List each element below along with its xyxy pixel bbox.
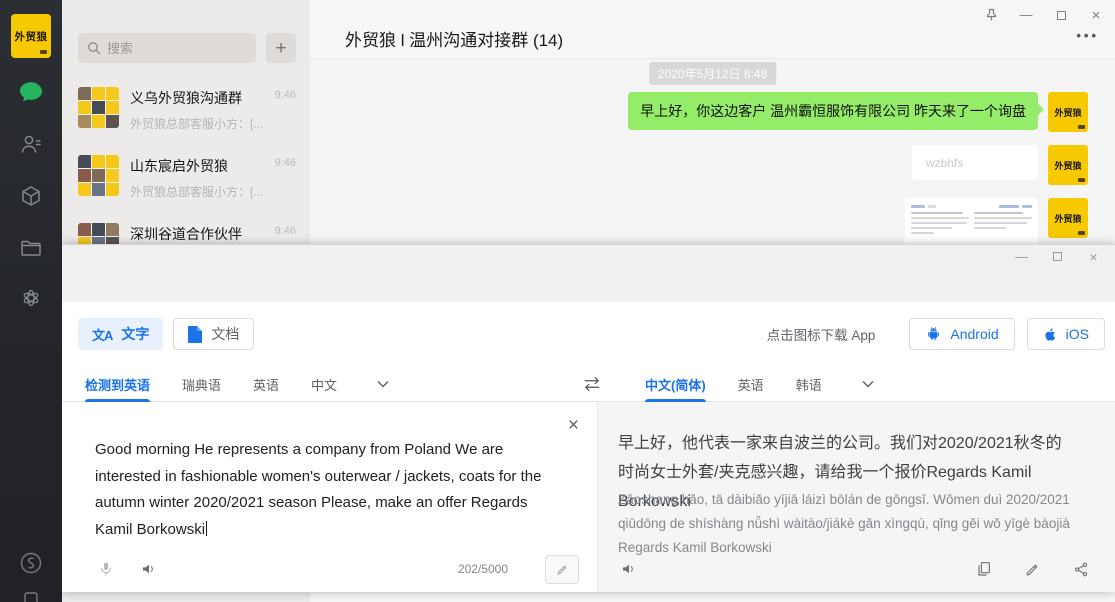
group-avatar xyxy=(78,87,119,128)
listen-translation-icon[interactable] xyxy=(620,561,638,577)
chat-time: 9:46 xyxy=(275,87,296,131)
app-window: 外贸狼 + xyxy=(0,0,1115,602)
maximize-icon[interactable] xyxy=(1051,250,1064,263)
android-icon xyxy=(925,325,942,343)
chevron-down-icon[interactable] xyxy=(862,380,874,388)
char-count: 202/5000 xyxy=(458,562,508,576)
chat-list-item[interactable]: 义乌外贸狼沟通群 外贸狼总部客服小方：[... 9:46 xyxy=(62,75,310,143)
target-lang-tab-korean[interactable]: 韩语 xyxy=(796,366,822,402)
close-icon[interactable]: × xyxy=(1087,250,1100,263)
source-lang-tab-chinese[interactable]: 中文 xyxy=(311,366,337,402)
plus-icon: + xyxy=(275,39,286,58)
share-icon[interactable] xyxy=(1073,561,1089,578)
target-lang-tab-english[interactable]: 英语 xyxy=(738,366,764,402)
translator-window-controls: — × xyxy=(1015,250,1100,263)
edit-translation-icon[interactable] xyxy=(1025,562,1040,577)
chat-last-message: 外贸狼总部客服小方：[... xyxy=(130,183,264,200)
listen-source-icon[interactable] xyxy=(140,561,158,577)
conversation-title: 外贸狼 l 温州沟通对接群 (14) xyxy=(345,26,563,51)
document-icon xyxy=(188,326,202,343)
maximize-icon[interactable] xyxy=(1054,8,1068,22)
source-text-panel: × Good morning He represents a company f… xyxy=(62,402,598,592)
chevron-down-icon[interactable] xyxy=(377,380,389,388)
copy-icon[interactable] xyxy=(976,560,992,578)
minimize-icon[interactable]: — xyxy=(1019,8,1033,22)
handwriting-input-button[interactable] xyxy=(545,555,579,584)
translator-window: — × 文A 文字 文档 点击图标下载 App Android xyxy=(62,244,1115,592)
apple-icon xyxy=(1043,326,1058,343)
microphone-icon[interactable] xyxy=(98,559,114,579)
translate-icon: 文A xyxy=(92,325,112,344)
chat-time: 9:46 xyxy=(275,155,296,199)
close-icon[interactable]: × xyxy=(1089,8,1103,22)
miniprogram-icon[interactable] xyxy=(0,550,62,576)
source-toolbar: 202/5000 xyxy=(62,546,597,592)
text-mode-button[interactable]: 文A 文字 xyxy=(78,318,163,350)
target-language-tabs: 中文(简体) 英语 韩语 xyxy=(645,366,874,402)
chats-icon[interactable] xyxy=(0,80,62,104)
clear-source-icon[interactable]: × xyxy=(568,416,579,435)
translator-titlebar[interactable]: — × xyxy=(62,245,1115,302)
add-chat-button[interactable]: + xyxy=(266,33,296,63)
translation-toolbar xyxy=(598,546,1115,592)
message-bubble[interactable]: wzbhfs xyxy=(912,145,1038,180)
chat-title: 山东宸启外贸狼 xyxy=(130,156,264,176)
minimize-icon[interactable]: — xyxy=(1015,250,1028,263)
source-language-tabs: 检测到英语 瑞典语 英语 中文 xyxy=(85,366,389,402)
chat-last-message: 外贸狼总部客服小方：[... xyxy=(130,115,264,132)
date-separator: 2020年5月12日 8:48 xyxy=(649,62,776,85)
chat-title: 深圳谷道合作伙伴 xyxy=(130,224,264,244)
source-text-input[interactable]: Good morning He represents a company fro… xyxy=(95,437,565,543)
ios-download-button[interactable]: iOS xyxy=(1027,318,1105,350)
swap-languages-icon[interactable] xyxy=(582,374,602,394)
message-row: 早上好，你这边客户 温州霸恒服饰有限公司 昨天来了一个询盘 外贸狼 xyxy=(628,92,1088,132)
chat-list-item[interactable]: 山东宸启外贸狼 外贸狼总部客服小方：[... 9:46 xyxy=(62,143,310,211)
brand-logo[interactable]: 外贸狼 xyxy=(11,14,51,58)
source-lang-tab-detected[interactable]: 检测到英语 xyxy=(85,366,150,402)
source-lang-tab-swedish[interactable]: 瑞典语 xyxy=(182,366,221,402)
search-input[interactable] xyxy=(107,41,247,56)
language-bar: 检测到英语 瑞典语 英语 中文 中文(简体) 英语 韩语 xyxy=(62,366,1115,402)
target-lang-tab-chinese[interactable]: 中文(简体) xyxy=(645,366,706,402)
folder-icon[interactable] xyxy=(0,236,62,260)
android-download-button[interactable]: Android xyxy=(909,318,1014,350)
group-avatar xyxy=(78,155,119,196)
search-box[interactable] xyxy=(78,33,256,63)
settings-flower-icon[interactable] xyxy=(0,286,62,310)
download-hint: 点击图标下载 App xyxy=(767,324,876,344)
package-icon[interactable] xyxy=(0,184,62,208)
pin-icon[interactable] xyxy=(984,8,998,22)
translator-toolbar: 文A 文字 文档 点击图标下载 App Android iOS xyxy=(62,302,1115,366)
window-controls: — × xyxy=(984,8,1103,22)
phone-icon[interactable] xyxy=(0,592,62,602)
app-sidebar: 外贸狼 xyxy=(0,0,62,602)
avatar[interactable]: 外贸狼 xyxy=(1048,145,1088,185)
document-mode-button[interactable]: 文档 xyxy=(173,318,254,350)
avatar[interactable]: 外贸狼 xyxy=(1048,198,1088,238)
contacts-icon[interactable] xyxy=(0,132,62,156)
message-bubble[interactable]: 早上好，你这边客户 温州霸恒服饰有限公司 昨天来了一个询盘 xyxy=(628,92,1038,130)
avatar[interactable]: 外贸狼 xyxy=(1048,92,1088,132)
conversation-menu-icon[interactable]: ••• xyxy=(1076,28,1099,43)
message-row: wzbhfs 外贸狼 xyxy=(912,145,1088,185)
search-icon xyxy=(87,41,101,55)
translation-panel: 早上好，他代表一家来自波兰的公司。我们对2020/2021秋冬的时尚女士外套/夹… xyxy=(598,402,1115,592)
chat-title: 义乌外贸狼沟通群 xyxy=(130,88,264,108)
source-lang-tab-english[interactable]: 英语 xyxy=(253,366,279,402)
conversation-header: 外贸狼 l 温州沟通对接群 (14) — × ••• xyxy=(310,0,1115,59)
